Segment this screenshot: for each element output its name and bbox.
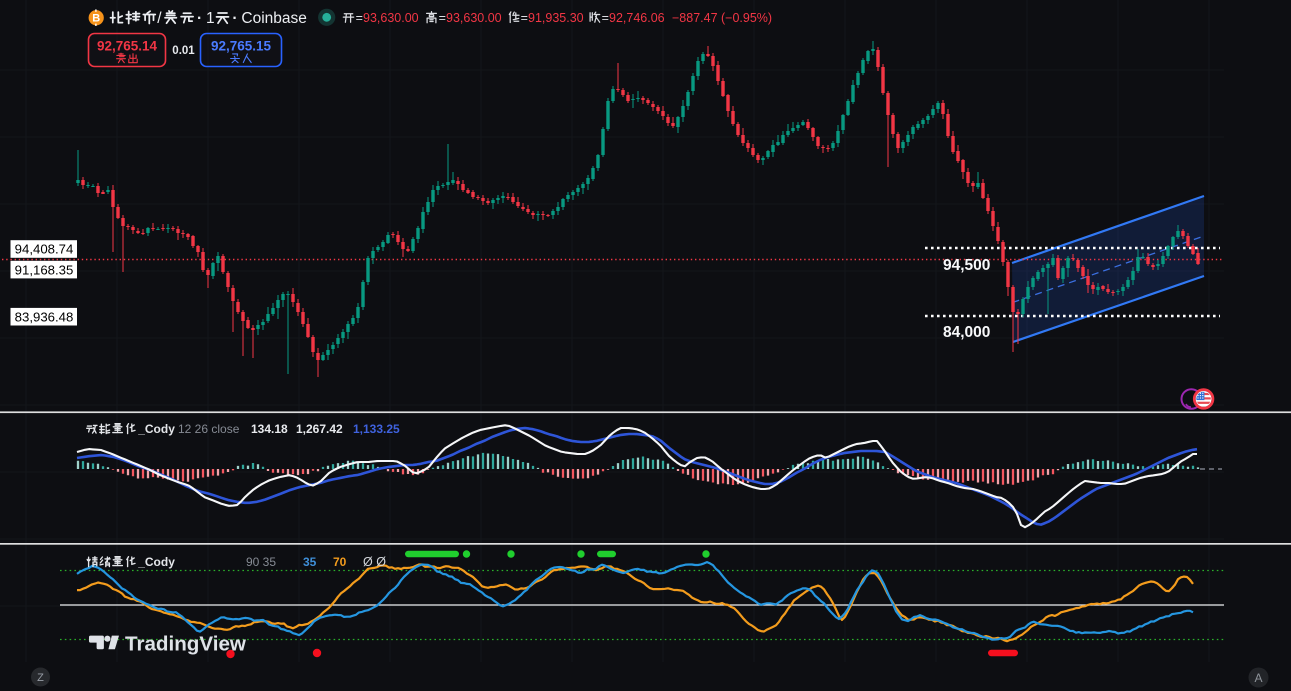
svg-text:35: 35	[303, 555, 317, 569]
svg-text:92,765.14: 92,765.14	[97, 39, 158, 54]
svg-text:94,408.74: 94,408.74	[15, 242, 74, 257]
svg-text:_Cody: _Cody	[137, 555, 175, 569]
svg-text:70: 70	[333, 555, 347, 569]
svg-text:_Cody: _Cody	[137, 422, 175, 436]
svg-text:A: A	[1254, 671, 1262, 685]
svg-text:TradingView: TradingView	[125, 633, 247, 656]
svg-text:0.01: 0.01	[172, 45, 195, 57]
svg-text:92,765.15: 92,765.15	[211, 39, 272, 54]
svg-text:93,630.00: 93,630.00	[446, 11, 502, 25]
svg-text:91,168.35: 91,168.35	[15, 262, 74, 277]
svg-text:91,935.30: 91,935.30	[528, 11, 584, 25]
svg-text:Coinbase: Coinbase	[241, 10, 307, 27]
svg-text:=: =	[439, 11, 446, 25]
svg-text:92,746.06: 92,746.06	[609, 11, 665, 25]
svg-text:134.18: 134.18	[251, 422, 288, 436]
svg-text:84,000: 84,000	[943, 324, 990, 341]
svg-text:1,267.42: 1,267.42	[296, 422, 343, 436]
svg-text:−887.47 (−0.95%): −887.47 (−0.95%)	[672, 11, 772, 25]
svg-text:=: =	[521, 11, 528, 25]
svg-text:83,936.48: 83,936.48	[15, 309, 74, 324]
svg-text:94,500: 94,500	[943, 257, 990, 274]
svg-text:·: ·	[197, 10, 202, 27]
svg-text:12 26 close: 12 26 close	[178, 422, 240, 436]
svg-text:90 35: 90 35	[246, 555, 276, 569]
svg-text:/: /	[157, 10, 162, 27]
svg-text:1,133.25: 1,133.25	[353, 422, 400, 436]
svg-text:·: ·	[232, 10, 237, 27]
svg-text:=: =	[602, 11, 609, 25]
svg-text:=: =	[356, 11, 363, 25]
svg-text:1: 1	[206, 10, 215, 27]
svg-text:93,630.00: 93,630.00	[363, 11, 419, 25]
svg-text:Z: Z	[37, 672, 44, 684]
svg-text:B: B	[92, 13, 100, 25]
svg-text:Ø Ø: Ø Ø	[363, 555, 386, 569]
